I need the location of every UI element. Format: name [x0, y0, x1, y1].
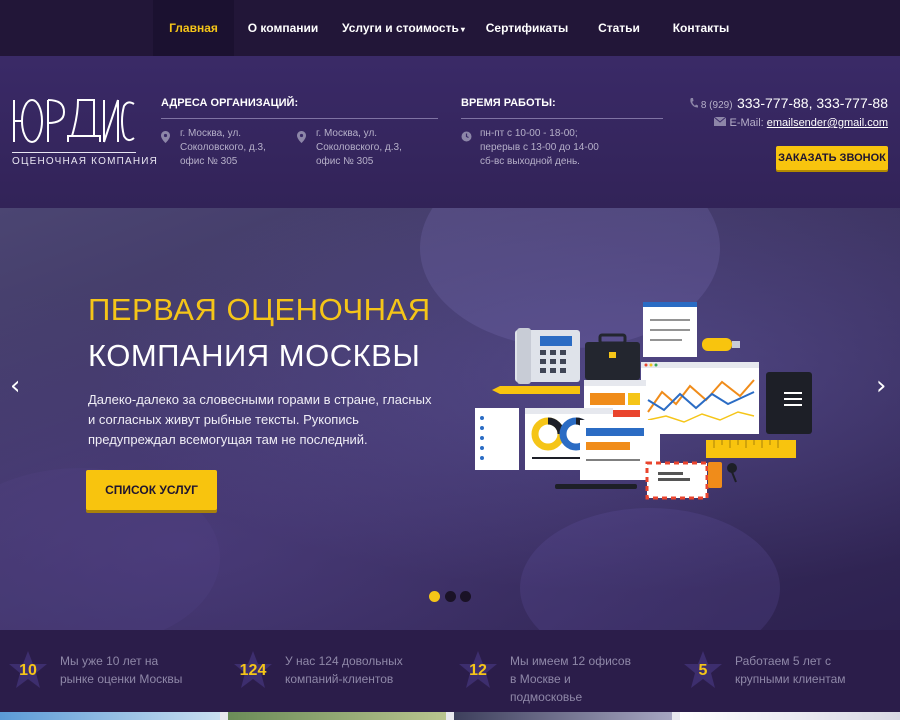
address-divider: [161, 118, 438, 119]
stat-number: 10: [19, 662, 37, 679]
hero-title-line-2: КОМПАНИЯ МОСКВЫ: [88, 338, 421, 373]
stat-number: 5: [698, 662, 708, 679]
location-pin-icon: [297, 131, 306, 146]
company-logo[interactable]: ОЦЕНОЧНАЯ КОМПАНИЯ: [12, 96, 157, 167]
hero-background-blur: [520, 508, 780, 630]
stat-number: 12: [469, 662, 487, 679]
stat-text: Мы уже 10 лет на рынке оценки Москвы: [60, 654, 183, 686]
phone-icon: [690, 98, 701, 111]
hero-title-line-1: ПЕРВАЯ ОЦЕНОЧНАЯ: [88, 292, 431, 327]
hero-slider: ‹ › ПЕРВАЯ ОЦЕНОЧНАЯ КОМПАНИЯ МОСКВЫ Дал…: [0, 208, 900, 630]
hours-title: ВРЕМЯ РАБОТЫ:: [461, 97, 556, 109]
preview-thumbnail: [0, 712, 220, 720]
nav-item-home[interactable]: Главная: [153, 0, 234, 56]
clock-icon: [461, 131, 472, 145]
stat-text: Мы имеем 12 офисов в Москве и подмосковь…: [510, 654, 631, 704]
address-2: г. Москва, ул. Соколовского, д.3, офис №…: [316, 128, 402, 167]
address-1: г. Москва, ул. Соколовского, д.3, офис №…: [180, 128, 266, 167]
email-link[interactable]: emailsender@gmail.com: [767, 117, 888, 129]
preview-thumbnail: [228, 712, 446, 720]
stat-text: Работаем 5 лет с крупными клиентам: [735, 654, 846, 686]
nav-item-certificates[interactable]: Сертификаты: [484, 0, 570, 56]
email-label: E-Mail:: [729, 117, 764, 129]
stat-number: 124: [239, 662, 267, 679]
slider-dot-1[interactable]: [429, 591, 440, 602]
address-title: АДРЕСА ОРГАНИЗАЦИЙ:: [161, 97, 299, 109]
slider-prev-arrow[interactable]: ‹: [10, 372, 20, 400]
nav-item-about[interactable]: О компании: [245, 0, 321, 56]
mail-icon: [714, 116, 729, 129]
phone-row: 8 (929) 333-777-88, 333-777-88: [690, 95, 888, 113]
services-list-button[interactable]: СПИСОК УСЛУГ: [86, 470, 217, 510]
location-pin-icon: [161, 131, 170, 146]
nav-item-contacts[interactable]: Контакты: [668, 0, 734, 56]
phone-numbers[interactable]: 333-777-88, 333-777-88: [737, 95, 888, 111]
chevron-down-icon: ▾: [460, 25, 465, 34]
nav-item-services[interactable]: Услуги и стоимость ▾: [342, 0, 465, 56]
preview-thumbnail: [680, 712, 900, 720]
hero-description: Далеко-далеко за словесными горами в стр…: [88, 392, 432, 447]
site-header: ОЦЕНОЧНАЯ КОМПАНИЯ АДРЕСА ОРГАНИЗАЦИЙ: г…: [0, 56, 900, 208]
slider-next-arrow[interactable]: ›: [876, 372, 886, 400]
phone-prefix: 8 (929): [700, 100, 733, 111]
nav-item-articles[interactable]: Статьи: [592, 0, 646, 56]
stats-bar: 10 Мы уже 10 лет на рынке оценки Москвы …: [0, 630, 900, 712]
nav-item-services-label: Услуги и стоимость: [342, 21, 459, 35]
logo-mark: [13, 99, 135, 143]
slider-dot-2[interactable]: [445, 591, 456, 602]
stat-text: У нас 124 довольных компаний-клиентов: [285, 654, 403, 686]
hours-divider: [461, 118, 663, 119]
email-row: E-Mail: emailsender@gmail.com: [714, 116, 888, 129]
preview-thumbnail: [454, 712, 672, 720]
logo-subtitle: ОЦЕНОЧНАЯ КОМПАНИЯ: [12, 152, 157, 167]
top-navigation: Главная О компании Услуги и стоимость ▾ С…: [0, 0, 900, 56]
slider-dot-3[interactable]: [460, 591, 471, 602]
working-hours: пн-пт с 10-00 - 18-00; перерыв с 13-00 д…: [480, 128, 599, 167]
order-call-button[interactable]: ЗАКАЗАТЬ ЗВОНОК: [776, 146, 888, 170]
office-illustration: [475, 302, 812, 500]
